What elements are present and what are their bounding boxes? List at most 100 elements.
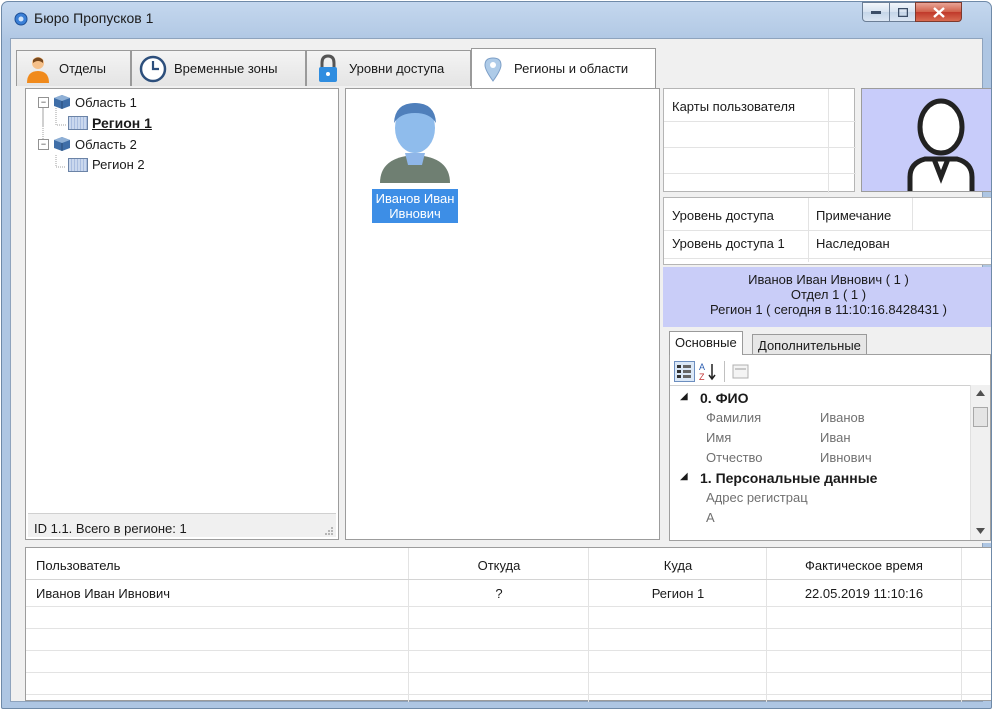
prop-key[interactable]: Фамилия (706, 410, 761, 425)
grid-divider (26, 672, 991, 673)
scroll-thumb[interactable] (973, 407, 988, 427)
user-avatar-icon (380, 103, 450, 183)
access-header-note: Примечание (816, 208, 892, 223)
property-scrollbar[interactable] (970, 385, 990, 540)
tree-item-area-1[interactable]: − Область 1 (38, 94, 137, 110)
log-header-time[interactable]: Фактическое время (767, 558, 961, 573)
scroll-down-icon[interactable] (976, 528, 985, 534)
maximize-button[interactable] (889, 2, 916, 22)
info-region: Регион 1 ( сегодня в 11:10:16.8428431 ) (709, 302, 947, 317)
title-bar[interactable]: Бюро Пропусков 1 (2, 2, 991, 38)
prop-key[interactable]: Отчество (706, 450, 763, 465)
region-tree-panel: − Область 1 Регион 1 − Область 2 Регион … (25, 88, 339, 540)
property-pages-button[interactable] (730, 361, 751, 382)
prop-key[interactable]: Адрес регистрац (706, 490, 808, 505)
window-title: Бюро Пропусков 1 (34, 10, 154, 26)
cube-icon (54, 137, 70, 151)
info-user: Иванов Иван Ивнович ( 1 ) (748, 272, 909, 287)
tab-label: Временные зоны (174, 61, 278, 76)
prop-value[interactable]: Иван (820, 430, 851, 445)
grid-divider (961, 548, 962, 702)
log-header-user[interactable]: Пользователь (36, 558, 120, 573)
property-pages-icon (732, 364, 749, 379)
cards-header: Карты пользователя (672, 99, 795, 114)
grid-divider (766, 548, 767, 702)
log-cell-from: ? (495, 586, 503, 601)
clock-icon (138, 54, 168, 84)
scroll-up-icon[interactable] (976, 390, 985, 396)
log-cell-to: Регион 1 (651, 586, 705, 601)
grid-divider (588, 548, 589, 702)
tab-additional[interactable]: Дополнительные (752, 334, 867, 356)
client-area: Отделы Временные зоны Уровни доступа Рег… (10, 38, 991, 702)
user-silhouette-icon (907, 98, 975, 191)
grid-divider (664, 121, 856, 122)
grid-divider (664, 258, 991, 259)
categorized-button[interactable] (674, 361, 695, 382)
svg-text:Z: Z (699, 372, 705, 382)
app-icon (14, 12, 28, 26)
users-panel: Иванов Иван Ивнович (345, 88, 660, 540)
collapse-icon[interactable]: − (38, 96, 49, 108)
lock-icon (313, 53, 343, 84)
grid-divider (664, 173, 856, 174)
collapse-icon[interactable]: − (38, 138, 49, 150)
access-levels-grid[interactable]: Уровень доступа Примечание Уровень досту… (663, 197, 991, 265)
log-cell-user: Иванов Иван Ивнович (36, 586, 170, 601)
tree-item-label: Регион 2 (92, 157, 145, 172)
log-cell-time: 22.05.2019 11:10:16 (804, 586, 924, 601)
access-log-grid[interactable]: Пользователь Откуда Куда Фактическое вре… (25, 547, 991, 702)
map-pin-icon (478, 54, 508, 84)
cube-icon (54, 95, 70, 109)
tab-access-levels[interactable]: Уровни доступа (306, 50, 471, 86)
main-window: Бюро Пропусков 1 Отделы Временные зоны У… (1, 1, 992, 709)
maximize-icon (897, 7, 908, 17)
log-header-to[interactable]: Куда (589, 558, 767, 573)
tree-item-area-2[interactable]: − Область 2 (38, 136, 137, 152)
tab-departments[interactable]: Отделы (16, 50, 131, 86)
prop-key[interactable]: Имя (706, 430, 731, 445)
sort-alpha-icon: AZ (699, 362, 716, 382)
grid-divider (408, 548, 409, 702)
grid-divider (26, 694, 991, 695)
resize-grip-icon[interactable] (325, 527, 334, 536)
access-cell-level[interactable]: Уровень доступа 1 (672, 236, 785, 251)
close-button[interactable] (915, 2, 962, 22)
access-cell-note[interactable]: Наследован (816, 236, 890, 251)
user-name-label: Иванов Иван Ивнович (372, 189, 458, 223)
expand-arrow-icon[interactable]: ◢ (680, 391, 688, 402)
grid-divider (26, 579, 991, 580)
tab-basic[interactable]: Основные (669, 331, 743, 355)
category-fio[interactable]: 0. ФИО (700, 390, 748, 406)
prop-value[interactable]: Иванов (820, 410, 865, 425)
tab-time-zones[interactable]: Временные зоны (131, 50, 306, 86)
user-tile[interactable]: Иванов Иван Ивнович (372, 95, 458, 223)
categorized-icon (677, 365, 691, 378)
properties-area: Основные Дополнительные AZ ◢ 0. ФИО Фами… (663, 327, 991, 543)
minimize-button[interactable] (862, 2, 890, 22)
prop-value[interactable]: Ивнович (820, 450, 872, 465)
user-cards-grid[interactable]: Карты пользователя (663, 88, 856, 193)
expand-arrow-icon[interactable]: ◢ (680, 471, 688, 482)
log-header-from[interactable]: Откуда (409, 558, 589, 573)
person-icon (23, 54, 53, 84)
access-header-level: Уровень доступа (672, 208, 774, 223)
grid-divider (670, 385, 972, 386)
tree-item-region-1[interactable]: Регион 1 (68, 115, 152, 131)
category-personal-data[interactable]: 1. Персональные данные (700, 470, 877, 486)
tab-strip: Отделы Временные зоны Уровни доступа Рег… (11, 39, 982, 88)
minimize-icon (871, 11, 881, 14)
region-icon (68, 116, 88, 130)
tab-regions[interactable]: Регионы и области (471, 48, 656, 88)
prop-key-partial: А (706, 510, 715, 525)
tab-label: Уровни доступа (349, 61, 445, 76)
grid-divider (26, 606, 991, 607)
tab-label: Отделы (59, 61, 106, 76)
grid-divider (26, 650, 991, 651)
tree-item-label: Область 2 (75, 136, 137, 152)
sort-alpha-button[interactable]: AZ (698, 361, 719, 382)
tree-item-label: Область 1 (75, 94, 137, 110)
tree-item-region-2[interactable]: Регион 2 (68, 157, 145, 172)
grid-divider (664, 230, 991, 231)
info-department: Отдел 1 ( 1 ) (790, 287, 867, 302)
